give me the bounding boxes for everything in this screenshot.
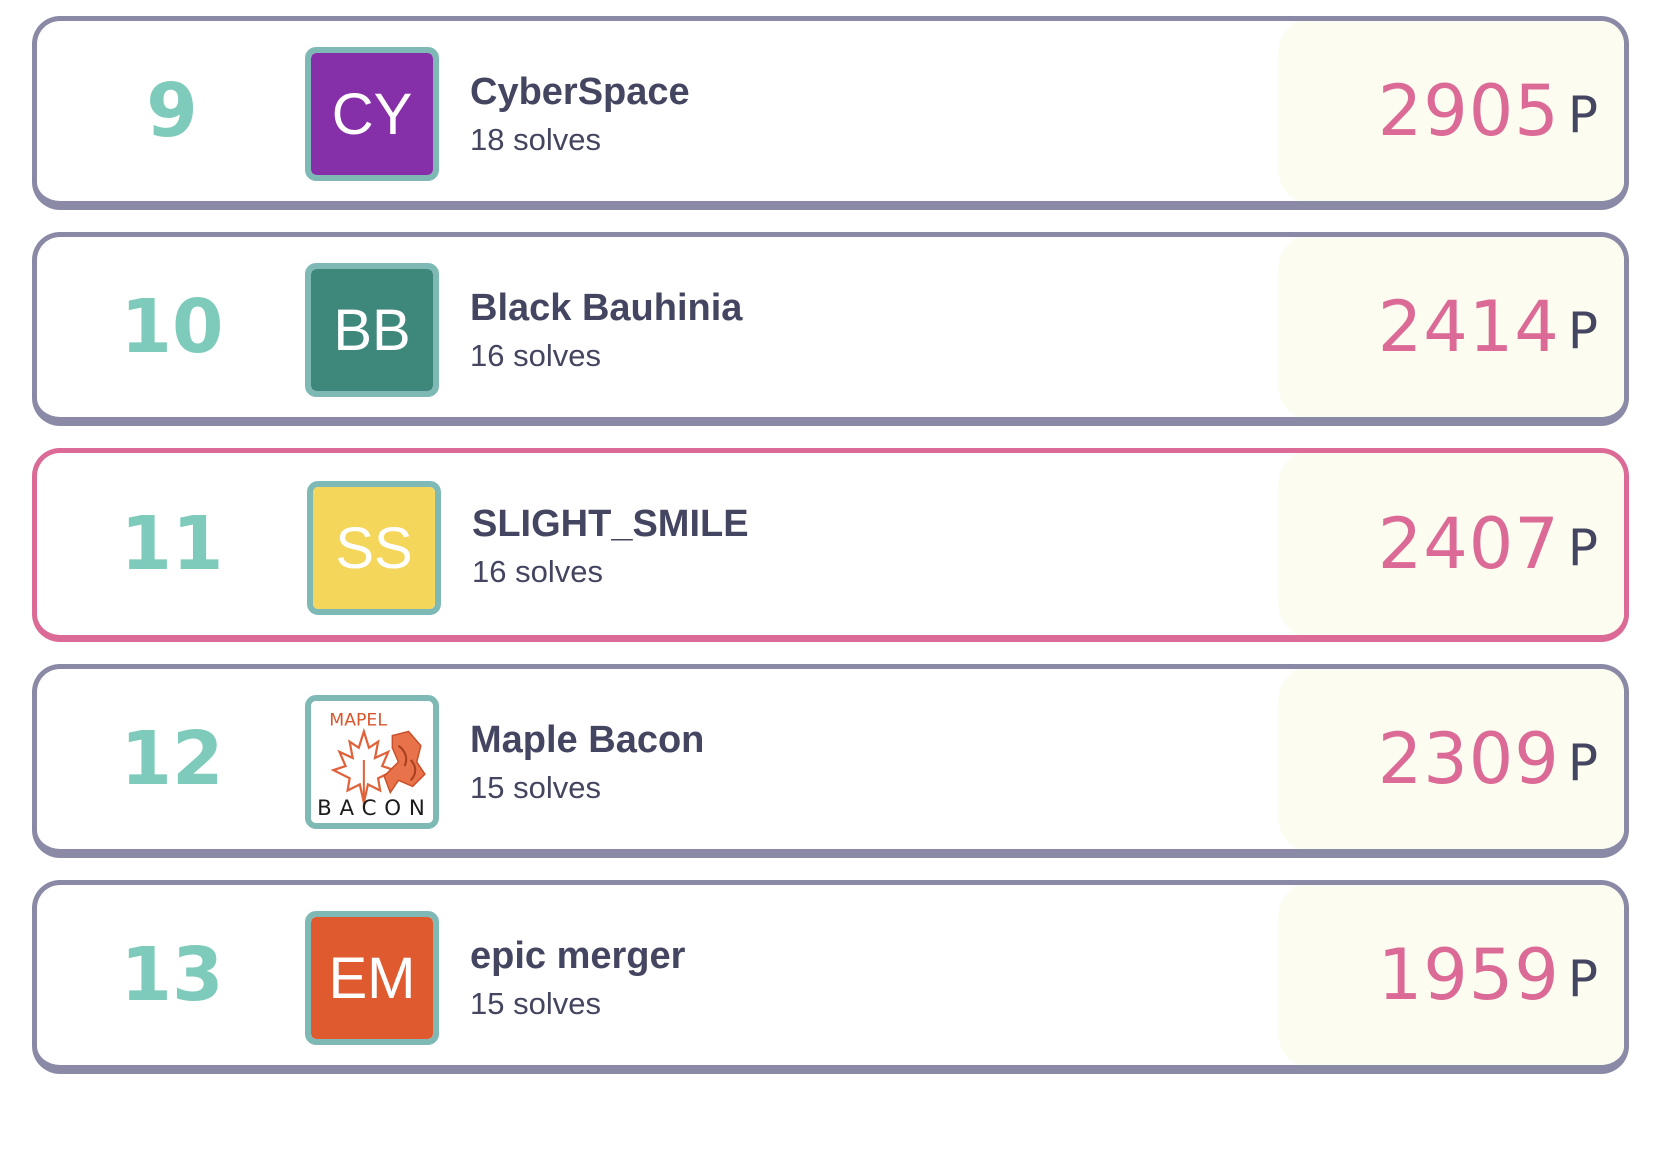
avatar-initials: SS bbox=[313, 487, 435, 609]
solve-count: 15 solves bbox=[470, 986, 601, 1021]
team-row[interactable]: 9 CY CyberSpace 18 solves 2905 P bbox=[32, 16, 1629, 210]
solve-count: 16 solves bbox=[470, 338, 601, 373]
solve-count: 15 solves bbox=[470, 770, 601, 805]
score-value: 1959 bbox=[1377, 934, 1560, 1016]
solve-count: 16 solves bbox=[472, 554, 603, 589]
team-name[interactable]: CyberSpace bbox=[470, 69, 690, 115]
score-panel: 1959 P bbox=[1278, 885, 1624, 1065]
team-row[interactable]: 12 MAPEL BACON Maple Bacon 15 solves 230… bbox=[32, 664, 1629, 858]
solve-count: 18 solves bbox=[470, 122, 601, 157]
rank-number: 9 bbox=[146, 68, 198, 154]
rank-number: 13 bbox=[120, 932, 224, 1018]
avatar-initials: CY bbox=[311, 53, 433, 175]
team-avatar[interactable]: EM bbox=[305, 911, 439, 1045]
score-unit: P bbox=[1567, 86, 1598, 144]
team-avatar[interactable]: CY bbox=[305, 47, 439, 181]
score-value: 2414 bbox=[1377, 286, 1560, 368]
score-value: 2407 bbox=[1377, 503, 1560, 585]
team-info: CyberSpace 18 solves bbox=[470, 69, 690, 161]
team-name[interactable]: SLIGHT_SMILE bbox=[472, 501, 749, 547]
score-panel: 2309 P bbox=[1278, 669, 1624, 849]
score-panel: 2905 P bbox=[1278, 21, 1624, 201]
team-name[interactable]: epic merger bbox=[470, 933, 685, 979]
team-avatar[interactable]: MAPEL BACON bbox=[305, 695, 439, 829]
team-info: Maple Bacon 15 solves bbox=[470, 717, 704, 809]
score-unit: P bbox=[1567, 519, 1598, 577]
team-avatar[interactable]: SS bbox=[307, 481, 441, 615]
team-info: Black Bauhinia 16 solves bbox=[470, 285, 742, 377]
team-row-current[interactable]: 11 SS SLIGHT_SMILE 16 solves 2407 P bbox=[32, 448, 1629, 642]
score-unit: P bbox=[1567, 950, 1598, 1008]
team-info: SLIGHT_SMILE 16 solves bbox=[472, 501, 749, 593]
score-unit: P bbox=[1567, 734, 1598, 792]
score-panel: 2407 P bbox=[1278, 453, 1624, 635]
score-unit: P bbox=[1567, 302, 1598, 360]
score-value: 2905 bbox=[1377, 70, 1560, 152]
avatar-initials: BB bbox=[311, 269, 433, 391]
score-panel: 2414 P bbox=[1278, 237, 1624, 417]
scoreboard: 9 CY CyberSpace 18 solves 2905 P 10 BB B… bbox=[0, 0, 1662, 1150]
rank-number: 12 bbox=[120, 716, 224, 802]
team-name[interactable]: Maple Bacon bbox=[470, 717, 704, 763]
logo-text-top: MAPEL bbox=[329, 710, 387, 730]
team-row[interactable]: 13 EM epic merger 15 solves 1959 P bbox=[32, 880, 1629, 1074]
avatar-initials: EM bbox=[311, 917, 433, 1039]
rank-number: 10 bbox=[120, 284, 224, 370]
rank-number: 11 bbox=[120, 501, 224, 587]
team-avatar[interactable]: BB bbox=[305, 263, 439, 397]
team-info: epic merger 15 solves bbox=[470, 933, 685, 1025]
maple-leaf-logo-icon: MAPEL BACON bbox=[311, 701, 433, 823]
score-value: 2309 bbox=[1377, 718, 1560, 800]
team-row[interactable]: 10 BB Black Bauhinia 16 solves 2414 P bbox=[32, 232, 1629, 426]
team-name[interactable]: Black Bauhinia bbox=[470, 285, 742, 331]
